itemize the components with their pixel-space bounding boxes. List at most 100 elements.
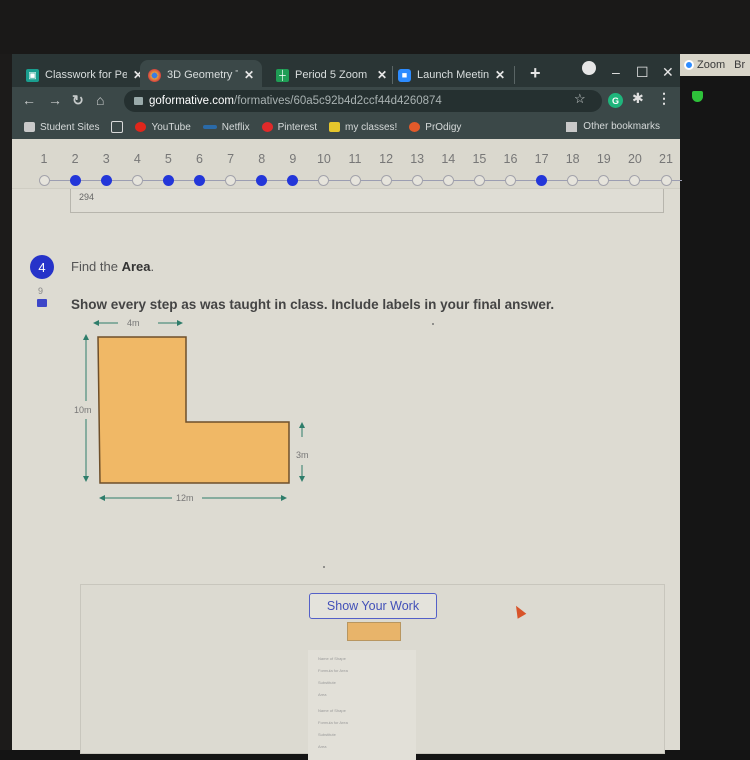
- bookmark-youtube[interactable]: YouTube: [135, 122, 191, 133]
- zoom-app-bar[interactable]: Zoom Br: [680, 54, 750, 76]
- thumbnail-line: Name of Shape: [318, 656, 346, 661]
- forward-button[interactable]: →: [48, 92, 62, 108]
- progress-number[interactable]: 15: [467, 152, 491, 166]
- address-bar[interactable]: goformative.com/formatives/60a5c92b4d2cc…: [124, 90, 602, 112]
- progress-dot-unanswered[interactable]: [318, 175, 330, 186]
- page-info-icon[interactable]: [134, 97, 143, 105]
- progress-number[interactable]: 5: [156, 152, 180, 166]
- monitor-bezel-left: [0, 54, 12, 750]
- progress-dot-unanswered[interactable]: [38, 175, 50, 186]
- progress-number[interactable]: 18: [561, 152, 585, 166]
- progress-dot-unanswered[interactable]: [349, 175, 361, 186]
- grammarly-extension-icon[interactable]: G: [608, 93, 623, 108]
- previous-answer-text: 294: [79, 192, 95, 202]
- other-bookmarks[interactable]: Other bookmarks: [566, 121, 660, 132]
- progress-dot-unanswered[interactable]: [442, 175, 454, 186]
- work-thumbnail-sheet[interactable]: Name of Shape Formula for Area Substitute A…: [308, 650, 416, 760]
- zoom-icon: ■: [398, 68, 411, 82]
- progress-number[interactable]: 20: [623, 152, 647, 166]
- progress-dot-unanswered[interactable]: [380, 175, 392, 186]
- progress-number[interactable]: 3: [94, 152, 118, 166]
- progress-number[interactable]: 13: [405, 152, 429, 166]
- tab-classwork[interactable]: ▣ Classwork for Pe ✕: [18, 60, 151, 90]
- close-icon[interactable]: ✕: [495, 68, 505, 82]
- previous-answer-box[interactable]: 294: [70, 189, 664, 213]
- close-icon[interactable]: ✕: [244, 68, 254, 82]
- progress-dot-answered[interactable]: [194, 175, 205, 186]
- url-path: /formatives/60a5c92b4d2ccf44d4260874: [234, 95, 442, 107]
- progress-number[interactable]: 2: [63, 152, 87, 166]
- progress-number[interactable]: 21: [654, 152, 678, 166]
- home-button[interactable]: ⌂: [96, 92, 104, 108]
- maximize-button[interactable]: ☐: [636, 64, 649, 81]
- monitor-bezel: [0, 0, 750, 54]
- progress-number[interactable]: 10: [312, 152, 336, 166]
- progress-number[interactable]: 12: [374, 152, 398, 166]
- question-points: 9: [38, 286, 44, 296]
- progress-dot-unanswered[interactable]: [629, 175, 641, 186]
- progress-dot-unanswered[interactable]: [131, 175, 143, 186]
- bookmark-pinterest[interactable]: Pinterest: [261, 121, 318, 133]
- progress-number[interactable]: 17: [530, 152, 554, 166]
- progress-number[interactable]: 7: [219, 152, 243, 166]
- thumbnail-line: Area: [318, 692, 327, 697]
- progress-dot-unanswered[interactable]: [225, 175, 237, 186]
- extensions-puzzle-icon[interactable]: ✱: [632, 90, 644, 107]
- progress-dot-answered[interactable]: [256, 175, 268, 186]
- profile-icon[interactable]: [582, 61, 596, 75]
- bookmark-prodigy[interactable]: PrOdigy: [409, 122, 461, 133]
- new-tab-button[interactable]: +: [530, 63, 541, 84]
- progress-number[interactable]: 19: [592, 152, 616, 166]
- progress-dot-answered[interactable]: [287, 175, 299, 186]
- chrome-icon: [148, 68, 161, 82]
- back-button[interactable]: ←: [22, 92, 36, 108]
- progress-number[interactable]: 9: [281, 152, 305, 166]
- progress-dot-unanswered[interactable]: [660, 175, 672, 186]
- screen: ▣ Classwork for Pe ✕ 3D Geometry Tes ✕ ┼…: [0, 0, 750, 760]
- tab-title: Classwork for Pe: [45, 69, 127, 81]
- show-your-work-button[interactable]: Show Your Work: [309, 593, 437, 619]
- bookmark-apps[interactable]: [111, 121, 124, 133]
- progress-number[interactable]: 1: [32, 152, 56, 166]
- work-thumbnail-shape: [347, 622, 401, 641]
- tab-title: Launch Meeting: [417, 69, 489, 81]
- comment-icon[interactable]: [37, 299, 47, 307]
- reload-button[interactable]: ↻: [72, 92, 84, 109]
- browser-menu-icon[interactable]: ⋮: [657, 90, 671, 107]
- progress-number[interactable]: 14: [436, 152, 460, 166]
- tab-title: Period 5 Zoom Li: [295, 69, 371, 81]
- progress-number[interactable]: 11: [343, 152, 367, 166]
- progress-dot-answered[interactable]: [162, 175, 174, 186]
- bookmark-star-icon[interactable]: ☆: [574, 91, 586, 107]
- show-your-work-area[interactable]: Show Your Work Name of Shape Formula for …: [80, 584, 665, 760]
- tab-3d-geometry[interactable]: 3D Geometry Tes ✕: [140, 60, 262, 90]
- thumbnail-line: Name of Shape: [318, 708, 346, 713]
- shield-icon: [692, 91, 703, 102]
- minimize-button[interactable]: –: [612, 64, 620, 80]
- progress-dot-unanswered[interactable]: [598, 175, 610, 186]
- progress-dot-answered[interactable]: [69, 175, 81, 186]
- progress-dot-unanswered[interactable]: [567, 175, 579, 186]
- tab-period5-zoom[interactable]: ┼ Period 5 Zoom Li ✕: [268, 60, 395, 90]
- close-icon[interactable]: ✕: [377, 68, 387, 82]
- progress-number[interactable]: 16: [499, 152, 523, 166]
- progress-number[interactable]: 4: [125, 152, 149, 166]
- window-close-button[interactable]: ✕: [662, 64, 674, 81]
- progress-number[interactable]: 8: [250, 152, 274, 166]
- tab-launch-meeting[interactable]: ■ Launch Meeting ✕: [390, 60, 513, 90]
- progress-dot-unanswered[interactable]: [473, 175, 485, 186]
- mouse-cursor: [511, 603, 527, 619]
- progress-dot-unanswered[interactable]: [505, 175, 516, 186]
- bookmark-netflix[interactable]: Netflix: [202, 122, 250, 133]
- progress-number[interactable]: 6: [188, 152, 212, 166]
- bookmark-student-sites[interactable]: Student Sites: [24, 122, 99, 133]
- tab-title: 3D Geometry Tes: [167, 69, 238, 81]
- progress-dot-unanswered[interactable]: [411, 175, 423, 186]
- bookmark-label: Pinterest: [277, 121, 318, 133]
- thumbnail-line: Substitute: [318, 680, 336, 685]
- progress-dot-answered[interactable]: [536, 175, 548, 186]
- bookmark-my-classes[interactable]: my classes!: [329, 122, 397, 133]
- progress-dot-answered[interactable]: [100, 175, 112, 186]
- stray-dot: [323, 566, 325, 568]
- thumbnail-line: Area: [318, 744, 327, 749]
